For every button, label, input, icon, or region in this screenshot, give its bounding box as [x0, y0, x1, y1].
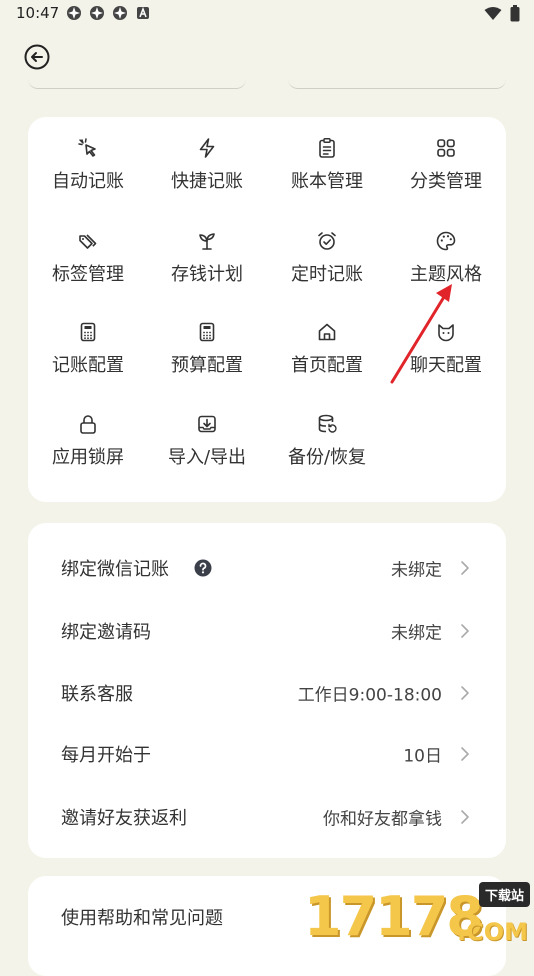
- wifi-icon: [484, 6, 502, 20]
- settings-row-label: 使用帮助和常见问题: [61, 908, 223, 929]
- grid-item-label: 记账配置: [52, 355, 124, 376]
- settings-row-bind-wechat[interactable]: 绑定微信记账 未绑定: [28, 537, 506, 599]
- grid-item-label: 首页配置: [291, 355, 363, 376]
- help-question-icon[interactable]: [194, 559, 212, 577]
- grid-item-savings-plan[interactable]: 存钱计划: [147, 230, 267, 300]
- settings-row-value: 工作日9:00-18:00: [297, 685, 442, 706]
- app-notification-icon: [90, 6, 104, 20]
- grid-item-label: 快捷记账: [171, 171, 243, 192]
- grid-item-tag-manage[interactable]: 标签管理: [28, 230, 148, 300]
- settings-row-value: 未绑定: [391, 623, 442, 644]
- grid-item-record-config[interactable]: 记账配置: [28, 321, 148, 391]
- grid-item-label: 定时记账: [291, 264, 363, 285]
- chevron-right-icon: [461, 561, 469, 575]
- grid-item-budget-config[interactable]: 预算配置: [147, 321, 267, 391]
- grid-item-quick-record[interactable]: 快捷记账: [147, 137, 267, 207]
- grid-icon: [437, 139, 455, 157]
- grid-item-home-config[interactable]: 首页配置: [267, 321, 387, 391]
- download-tray-icon: [198, 415, 216, 433]
- settings-row-customer-service[interactable]: 联系客服 工作日9:00-18:00: [28, 662, 506, 724]
- status-bar: 10:47: [0, 0, 534, 30]
- settings-list-card: 绑定微信记账 未绑定 绑定邀请码 未绑定 联系客服 工作日9:00-18:00 …: [28, 523, 506, 858]
- grid-item-backup-restore[interactable]: 备份/恢复: [267, 413, 387, 483]
- watermark-logo: 17178: [304, 885, 484, 948]
- grid-item-label: 分类管理: [410, 171, 482, 192]
- settings-row-label: 邀请好友获返利: [61, 808, 187, 829]
- app-notification-icon: [67, 6, 81, 20]
- settings-row-bind-invite-code[interactable]: 绑定邀请码 未绑定: [28, 600, 506, 662]
- lightning-icon: [199, 138, 215, 158]
- scrolled-content-edge: [28, 78, 506, 92]
- grid-item-chat-config[interactable]: 聊天配置: [386, 321, 506, 391]
- feature-grid-card: 自动记账 快捷记账 账本管理 分类管理 标签管理 存钱计划 定时记账 主题风格 …: [28, 117, 506, 502]
- status-right-icons: [484, 5, 520, 22]
- grid-item-auto-record[interactable]: 自动记账: [28, 137, 148, 207]
- settings-row-invite-rebate[interactable]: 邀请好友获返利 你和好友都拿钱: [28, 786, 506, 848]
- grid-item-ledger-manage[interactable]: 账本管理: [267, 137, 387, 207]
- grid-item-label: 应用锁屏: [52, 447, 124, 468]
- chevron-right-icon: [461, 747, 469, 761]
- watermark-badge: 下载站: [478, 882, 530, 907]
- site-watermark: 17178 下载站 .COM: [300, 878, 534, 950]
- tags-icon: [79, 234, 97, 249]
- lock-icon: [80, 415, 96, 434]
- grid-item-theme-style[interactable]: 主题风格: [386, 230, 506, 300]
- home-icon: [318, 323, 336, 341]
- calculator-icon: [199, 322, 215, 342]
- grid-item-label: 存钱计划: [171, 264, 243, 285]
- grid-item-scheduled-record[interactable]: 定时记账: [267, 230, 387, 300]
- calculator-icon: [80, 322, 96, 342]
- database-restore-icon: [318, 414, 337, 433]
- back-button[interactable]: [24, 44, 50, 70]
- palette-icon: [436, 231, 456, 251]
- grid-item-label: 主题风格: [410, 264, 482, 285]
- settings-row-value: 10日: [403, 746, 442, 767]
- grid-item-app-lock[interactable]: 应用锁屏: [28, 413, 148, 483]
- grid-item-label: 备份/恢复: [287, 447, 367, 468]
- settings-row-label: 绑定微信记账: [61, 559, 169, 580]
- settings-row-label: 每月开始于: [61, 745, 151, 766]
- cat-icon: [438, 324, 454, 342]
- settings-row-month-start[interactable]: 每月开始于 10日: [28, 723, 506, 785]
- grid-item-label: 账本管理: [291, 171, 363, 192]
- grid-item-label: 预算配置: [171, 355, 243, 376]
- grid-item-label: 自动记账: [52, 171, 124, 192]
- chevron-right-icon: [461, 624, 469, 638]
- status-notification-icons: [66, 5, 151, 21]
- settings-row-value: 未绑定: [391, 560, 442, 581]
- settings-row-label: 联系客服: [61, 684, 133, 705]
- settings-row-value: 你和好友都拿钱: [323, 809, 442, 830]
- cursor-click-icon: [78, 138, 96, 157]
- a-letter-notification-icon: [137, 6, 149, 19]
- status-time: 10:47: [16, 4, 60, 22]
- alarm-clock-icon: [318, 232, 336, 250]
- grid-item-label: 聊天配置: [410, 355, 482, 376]
- grid-item-label: 导入/导出: [167, 447, 247, 468]
- app-notification-icon: [113, 6, 127, 20]
- chevron-right-icon: [461, 810, 469, 824]
- feature-grid: 自动记账 快捷记账 账本管理 分类管理 标签管理 存钱计划 定时记账 主题风格 …: [28, 117, 506, 502]
- chevron-right-icon: [461, 686, 469, 700]
- battery-icon: [510, 5, 520, 22]
- sprout-icon: [199, 233, 215, 250]
- watermark-suffix: .COM: [456, 918, 528, 946]
- grid-item-label: 标签管理: [52, 264, 124, 285]
- settings-row-label: 绑定邀请码: [61, 622, 151, 643]
- clipboard-icon: [319, 138, 335, 158]
- grid-item-category-manage[interactable]: 分类管理: [386, 137, 506, 207]
- grid-item-import-export[interactable]: 导入/导出: [147, 413, 267, 483]
